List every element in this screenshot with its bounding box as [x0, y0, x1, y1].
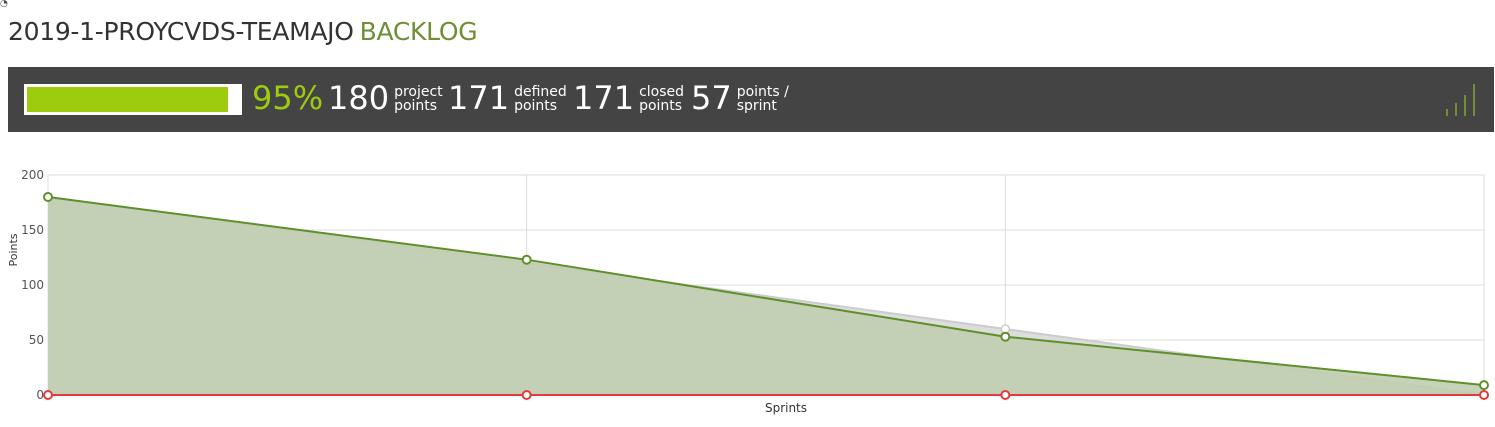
- stat-label-line: points: [639, 98, 683, 114]
- actual-point: [43, 192, 53, 202]
- y-tick-label: 150: [21, 223, 44, 237]
- y-tick-label: 50: [29, 333, 44, 347]
- zero-point: [1479, 390, 1489, 400]
- stat-defined-points: 171 defined points: [448, 78, 567, 122]
- stat-value: 180: [328, 79, 390, 117]
- progress-bar-fill: [27, 87, 229, 112]
- actual-point: [1479, 380, 1489, 391]
- stat-points-per-sprint: 57 points / sprint: [691, 78, 789, 122]
- burndown-chart-svg: 0 50 100 150 200 Sprints Points: [7, 168, 1489, 415]
- burndown-chart: 0 50 100 150 200 Sprints Points: [0, 160, 1495, 427]
- stat-value: 171: [573, 79, 635, 117]
- stat-label: defined points: [514, 85, 567, 113]
- page-title: 2019-1-PROYCVDS-TEAMAJO BACKLOG: [8, 16, 478, 48]
- actual-point: [521, 254, 532, 265]
- stat-value: 57: [691, 79, 732, 117]
- stat-label: points / sprint: [737, 85, 789, 113]
- y-tick-label: 100: [21, 278, 44, 292]
- y-axis-label: Points: [7, 233, 20, 266]
- stat-label-line: points: [394, 98, 438, 114]
- zero-point: [1000, 390, 1011, 400]
- zero-point: [521, 390, 532, 400]
- section-name: BACKLOG: [359, 17, 478, 46]
- stat-label-line: points: [514, 98, 558, 114]
- stat-label-line: points /: [736, 84, 789, 100]
- stat-label: project points: [394, 85, 443, 113]
- progress-percent: 95%: [252, 79, 324, 117]
- progress-bar: [24, 84, 242, 115]
- y-tick-label: 200: [21, 168, 44, 182]
- signal-bars-icon[interactable]: [1444, 83, 1480, 117]
- y-tick-label: 0: [36, 388, 44, 402]
- stat-project-points: 180 project points: [328, 78, 443, 122]
- project-name: 2019-1-PROYCVDS-TEAMAJO: [8, 17, 354, 46]
- corner-icon: ◔: [0, 0, 8, 9]
- stat-label-line: project: [394, 84, 443, 100]
- stat-label-line: defined: [514, 84, 567, 100]
- x-axis-label: Sprints: [765, 401, 807, 415]
- actual-point: [1000, 331, 1011, 342]
- stat-value: 171: [448, 79, 510, 117]
- summary-bar: 95% 180 project points 171 defined points 17…: [8, 67, 1494, 132]
- stat-label-line: sprint: [736, 98, 777, 114]
- zero-point: [43, 390, 53, 400]
- stat-label-line: closed: [639, 84, 685, 100]
- stat-label: closed points: [639, 85, 684, 113]
- stat-closed-points: 171 closed points: [573, 78, 684, 122]
